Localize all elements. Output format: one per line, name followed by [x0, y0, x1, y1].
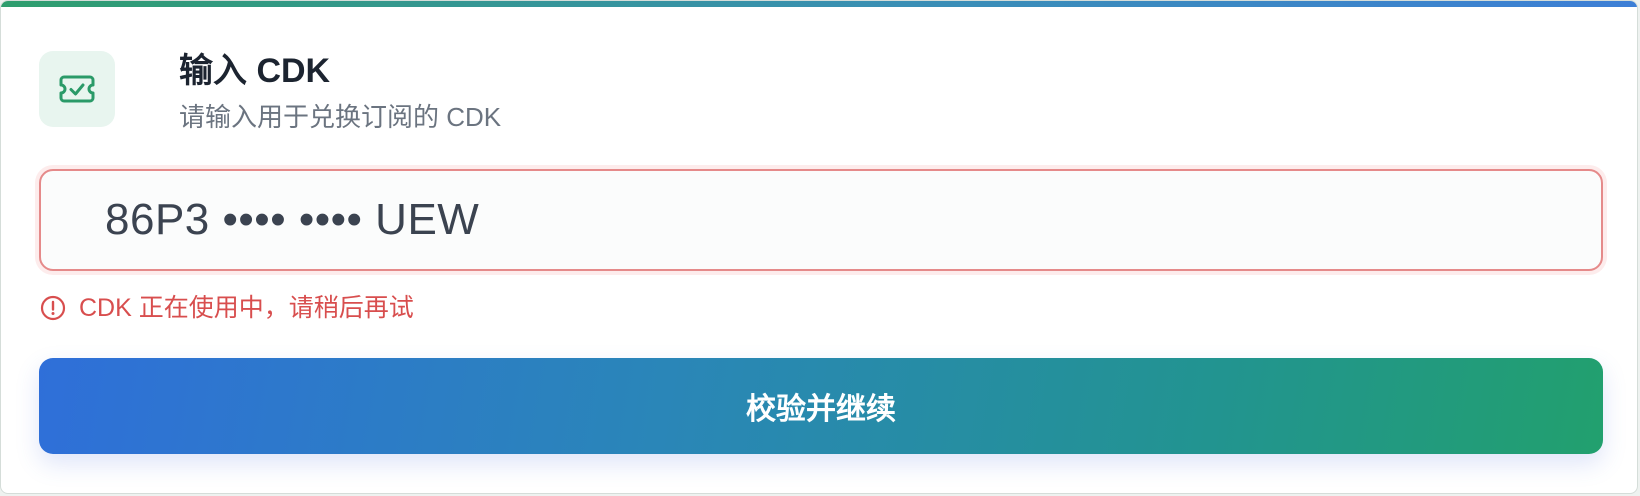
- header-titles: 输入 CDK 请输入用于兑换订阅的 CDK: [179, 49, 501, 135]
- ticket-check-icon: [39, 51, 115, 127]
- error-message-row: CDK 正在使用中，请稍后再试: [39, 291, 414, 325]
- page-subtitle: 请输入用于兑换订阅的 CDK: [179, 102, 502, 132]
- cdk-card: 输入 CDK 请输入用于兑换订阅的 CDK CDK 正在使用中，请稍后再试 校验…: [0, 0, 1638, 494]
- cdk-input[interactable]: [39, 169, 1603, 271]
- error-message: CDK 正在使用中，请稍后再试: [79, 294, 414, 322]
- card-header: 输入 CDK 请输入用于兑换订阅的 CDK: [39, 51, 501, 135]
- page-title: 输入 CDK: [179, 52, 331, 90]
- verify-continue-button[interactable]: 校验并继续: [39, 358, 1603, 454]
- accent-top-bar: [1, 1, 1637, 7]
- alert-circle-icon: [39, 294, 67, 322]
